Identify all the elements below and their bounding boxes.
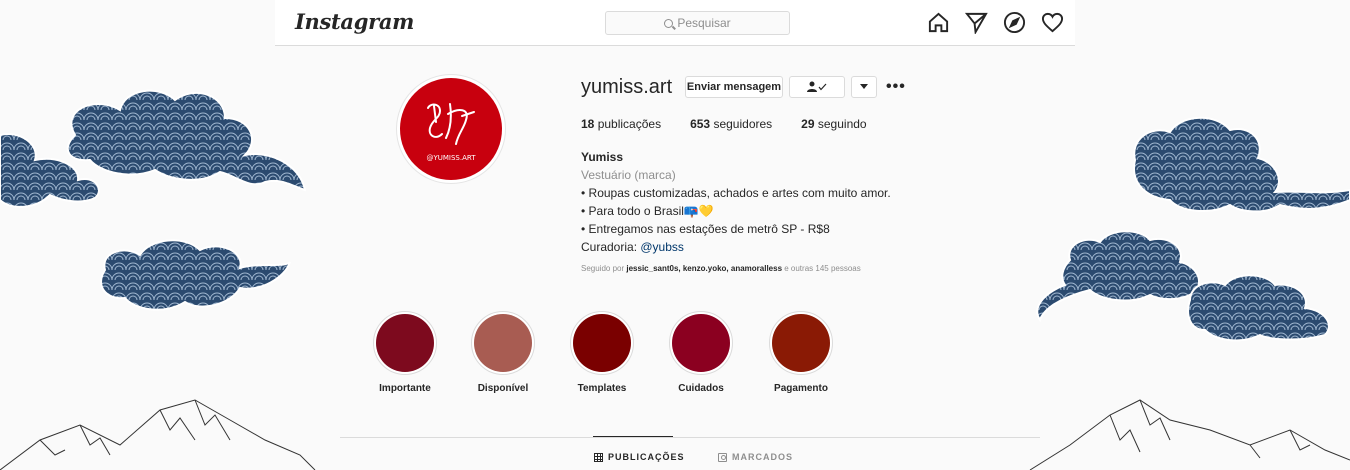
highlight-disponivel[interactable]: Disponível — [471, 311, 535, 394]
instagram-logo[interactable]: Instagram — [295, 9, 414, 34]
tab-marcados[interactable]: MARCADOS — [718, 452, 793, 462]
followed-by[interactable]: Seguido por jessic_sant0s, kenzo.yoko, a… — [581, 264, 861, 273]
highlight-cover — [376, 314, 434, 372]
person-check-icon — [807, 81, 827, 92]
highlight-cover — [772, 314, 830, 372]
grid-icon — [594, 452, 603, 462]
followers-stat[interactable]: 653 seguidores — [690, 117, 772, 131]
direct-icon[interactable] — [964, 11, 988, 36]
highlight-label: Pagamento — [774, 383, 828, 394]
profile-username: yumiss.art — [581, 76, 673, 98]
more-options-button[interactable]: ••• — [886, 78, 906, 96]
profile-bio: Yumiss Vestuário (marca) • Roupas custom… — [581, 148, 941, 256]
bio-line: • Entregamos nas estações de metrô SP - … — [581, 222, 830, 236]
highlight-label: Disponível — [477, 383, 529, 394]
bio-category: Vestuário (marca) — [581, 168, 676, 182]
tabs-divider — [340, 437, 1040, 438]
svg-text:@YUMISS.ART: @YUMISS.ART — [426, 154, 476, 162]
suggestions-dropdown-button[interactable] — [851, 76, 877, 98]
following-stat[interactable]: 29 seguindo — [801, 117, 866, 131]
left-mountains — [0, 399, 316, 470]
curadoria-link[interactable]: @yubss — [640, 240, 684, 254]
highlight-templates[interactable]: Templates — [570, 311, 634, 394]
highlight-label: Cuidados — [678, 383, 724, 394]
nav-icons — [927, 11, 1064, 36]
right-mountains — [1029, 399, 1350, 470]
bio-curadoria: Curadoria: @yubss — [581, 240, 684, 254]
bio-name: Yumiss — [581, 150, 624, 164]
bio-line: • Roupas customizadas, achados e artes c… — [581, 186, 891, 200]
home-icon[interactable] — [927, 11, 950, 34]
highlight-pagamento[interactable]: Pagamento — [769, 311, 833, 394]
profile-stats: 18 publicações 653 seguidores 29 seguind… — [581, 117, 896, 131]
search-placeholder: Pesquisar — [677, 16, 731, 30]
search-input[interactable]: Pesquisar — [605, 11, 790, 35]
left-cloud-top — [0, 89, 307, 208]
avatar-logo: @YUMISS.ART — [400, 78, 502, 180]
right-cloud-middle — [1036, 230, 1330, 342]
top-navigation-bar: Instagram Pesquisar — [275, 0, 1075, 46]
chevron-down-icon — [860, 84, 868, 89]
tab-publicacoes[interactable]: PUBLICAÇÕES — [594, 452, 685, 462]
explore-icon[interactable] — [1003, 11, 1026, 34]
posts-stat: 18 publicações — [581, 117, 662, 131]
send-message-button[interactable]: Enviar mensagem — [685, 76, 783, 98]
highlight-importante[interactable]: Importante — [373, 311, 437, 394]
profile-avatar[interactable]: @YUMISS.ART — [396, 74, 506, 184]
bio-line: • Para todo o Brasil📪💛 — [581, 204, 714, 218]
highlight-cover — [573, 314, 631, 372]
left-cloud-middle — [100, 239, 291, 311]
right-cloud-top — [1133, 116, 1350, 213]
search-icon — [664, 18, 674, 28]
active-tab-indicator — [593, 436, 673, 437]
following-button[interactable] — [789, 76, 845, 98]
highlight-cuidados[interactable]: Cuidados — [669, 311, 733, 394]
highlight-cover — [672, 314, 730, 372]
activity-heart-icon[interactable] — [1041, 11, 1064, 34]
tagged-icon — [718, 452, 727, 462]
highlight-label: Importante — [379, 383, 431, 394]
highlight-label: Templates — [577, 383, 627, 394]
highlight-cover — [474, 314, 532, 372]
